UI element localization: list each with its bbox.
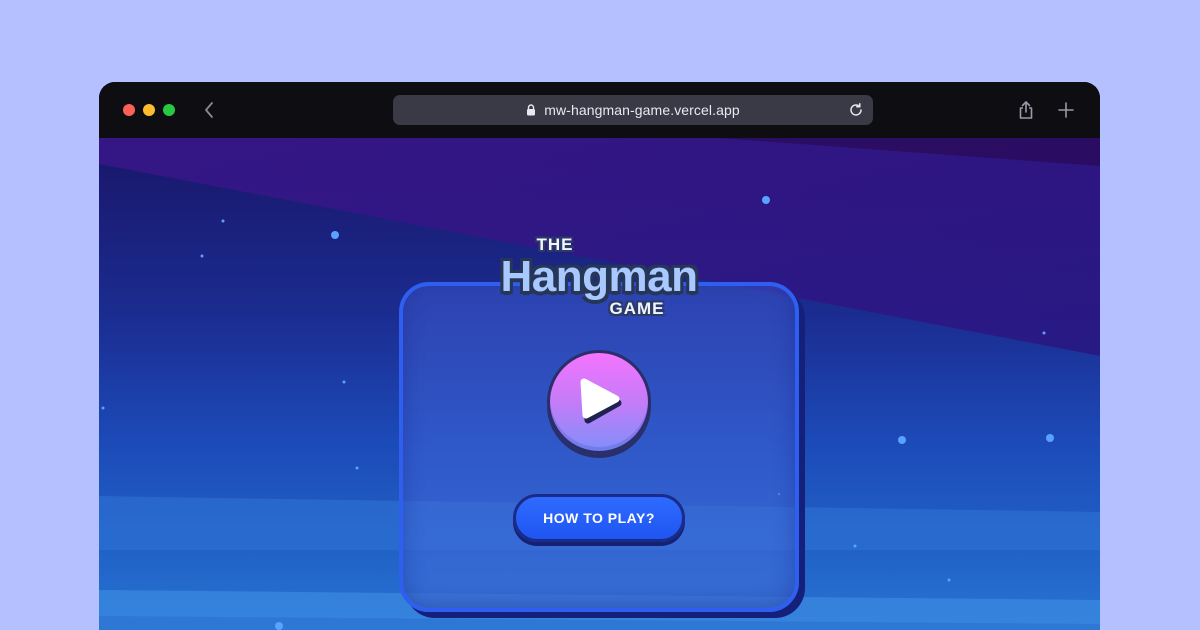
browser-window: mw-hangman-game.vercel.app THE Hangman G… [99, 82, 1100, 630]
close-window-button[interactable] [123, 104, 135, 116]
share-icon[interactable] [1015, 99, 1037, 121]
plus-icon[interactable] [1055, 99, 1077, 121]
logo-game: GAME [609, 299, 665, 318]
url-text: mw-hangman-game.vercel.app [544, 102, 740, 118]
play-icon [571, 372, 627, 433]
minimize-window-button[interactable] [143, 104, 155, 116]
logo-the: THE [536, 235, 574, 254]
how-to-play-button[interactable]: HOW TO PLAY? [513, 494, 685, 542]
browser-toolbar: mw-hangman-game.vercel.app [99, 82, 1100, 138]
address-bar[interactable]: mw-hangman-game.vercel.app [393, 95, 873, 125]
logo-title: Hangman [500, 252, 698, 301]
hangman-logo: THE Hangman GAME [499, 230, 699, 330]
play-button[interactable] [547, 350, 651, 454]
reload-icon[interactable] [848, 102, 864, 121]
lock-icon [526, 104, 536, 116]
maximize-window-button[interactable] [163, 104, 175, 116]
chevron-left-icon[interactable] [199, 100, 219, 120]
